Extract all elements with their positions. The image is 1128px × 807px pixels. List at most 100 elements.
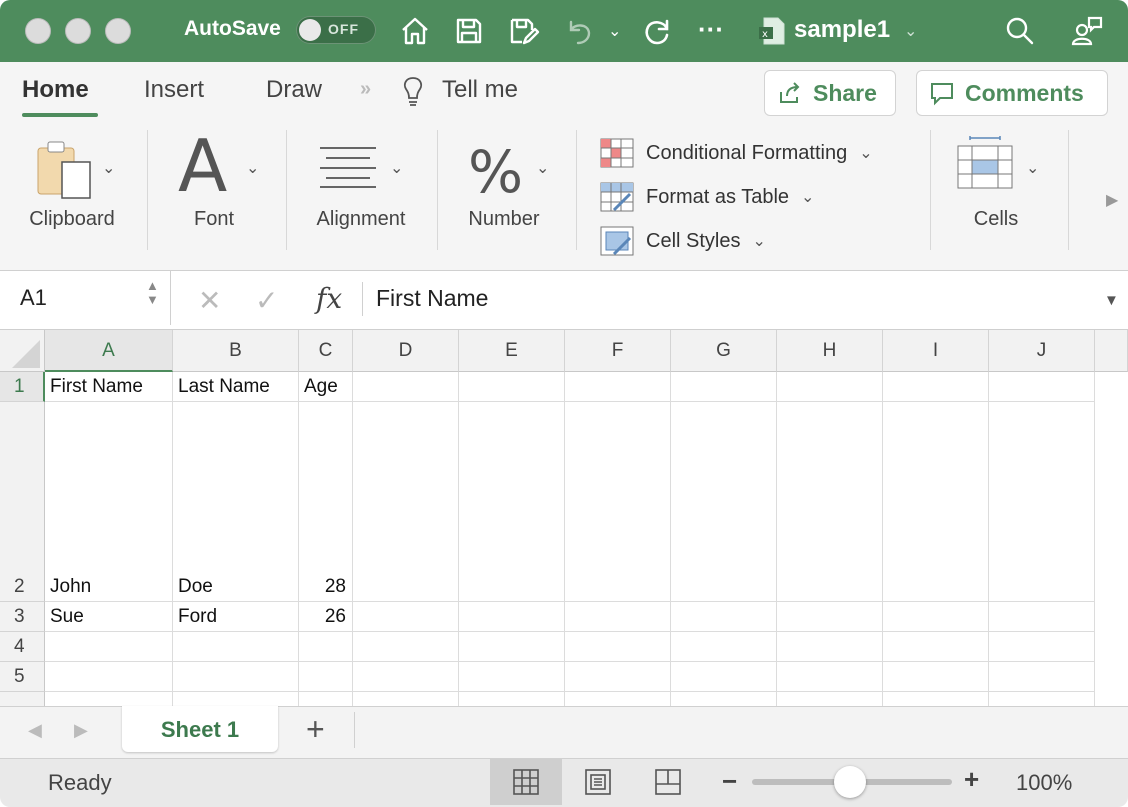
cell-h4[interactable]: [777, 632, 883, 662]
column-header-i[interactable]: I: [883, 330, 989, 372]
title-chevron-icon[interactable]: ⌄: [904, 21, 917, 41]
cell-d5[interactable]: [353, 662, 459, 692]
conditional-formatting-button[interactable]: Conditional Formatting ⌄: [600, 137, 873, 169]
zoom-slider-knob[interactable]: [834, 766, 866, 798]
cell-f5[interactable]: [565, 662, 671, 692]
cell-g4[interactable]: [671, 632, 777, 662]
column-header-f[interactable]: F: [565, 330, 671, 372]
window-zoom-button[interactable]: [105, 18, 131, 44]
row-header[interactable]: 5: [0, 662, 45, 692]
row-header[interactable]: 2: [0, 402, 45, 602]
cell-j4[interactable]: [989, 632, 1095, 662]
cell-b5[interactable]: [173, 662, 299, 692]
cell-j3[interactable]: [989, 602, 1095, 632]
formula-input[interactable]: First Name: [376, 285, 488, 312]
row-header[interactable]: 3: [0, 602, 45, 632]
more-tabs-chevron-icon[interactable]: »: [360, 78, 371, 101]
undo-icon[interactable]: [562, 14, 596, 48]
redo-icon[interactable]: [640, 14, 674, 48]
cell-fx[interactable]: [565, 692, 671, 706]
cell-a4[interactable]: [45, 632, 173, 662]
column-header-d[interactable]: D: [353, 330, 459, 372]
page-break-view-button[interactable]: [632, 759, 704, 805]
cell-a2[interactable]: John: [45, 402, 173, 602]
cell-a3[interactable]: Sue: [45, 602, 173, 632]
window-minimize-button[interactable]: [65, 18, 91, 44]
cell-c1[interactable]: Age: [299, 372, 353, 402]
cell-b1[interactable]: Last Name: [173, 372, 299, 402]
cell-f4[interactable]: [565, 632, 671, 662]
cell-e3[interactable]: [459, 602, 565, 632]
cells-icon[interactable]: [956, 136, 1014, 190]
cell-c3[interactable]: 26: [299, 602, 353, 632]
column-header-g[interactable]: G: [671, 330, 777, 372]
search-icon[interactable]: [1003, 14, 1037, 48]
zoom-level[interactable]: 100%: [1016, 770, 1072, 796]
cancel-icon[interactable]: ✕: [198, 284, 221, 317]
share-people-icon[interactable]: [1070, 14, 1104, 48]
cell-styles-button[interactable]: Cell Styles ⌄: [600, 225, 766, 257]
enter-check-icon[interactable]: ✓: [255, 284, 278, 317]
cell-i5[interactable]: [883, 662, 989, 692]
cell-hx[interactable]: [777, 692, 883, 706]
cell-bx[interactable]: [173, 692, 299, 706]
cell-e2[interactable]: [459, 402, 565, 602]
prev-sheet-icon[interactable]: ◀: [28, 720, 42, 741]
next-sheet-icon[interactable]: ▶: [74, 720, 88, 741]
cell-c2[interactable]: 28: [299, 402, 353, 602]
cell-a5[interactable]: [45, 662, 173, 692]
group-cells[interactable]: Cells: [966, 208, 1026, 231]
cell-g1[interactable]: [671, 372, 777, 402]
cell-b4[interactable]: [173, 632, 299, 662]
normal-view-button[interactable]: [490, 759, 562, 805]
cell-e4[interactable]: [459, 632, 565, 662]
cell-dx[interactable]: [353, 692, 459, 706]
zoom-in-button[interactable]: +: [964, 764, 979, 795]
format-as-table-button[interactable]: Format as Table ⌄: [600, 181, 814, 213]
row-header[interactable]: [0, 692, 45, 706]
font-chevron-icon[interactable]: ⌄: [246, 158, 259, 178]
cell-b3[interactable]: Ford: [173, 602, 299, 632]
cell-ax[interactable]: [45, 692, 173, 706]
clipboard-icon[interactable]: [36, 138, 96, 200]
cell-d1[interactable]: [353, 372, 459, 402]
cell-ix[interactable]: [883, 692, 989, 706]
row-header[interactable]: 1: [0, 372, 45, 402]
cell-h2[interactable]: [777, 402, 883, 602]
cell-i1[interactable]: [883, 372, 989, 402]
cell-cx[interactable]: [299, 692, 353, 706]
comments-button[interactable]: Comments: [916, 70, 1108, 116]
cell-g5[interactable]: [671, 662, 777, 692]
group-font[interactable]: Font: [176, 208, 252, 231]
column-header-b[interactable]: B: [173, 330, 299, 372]
percent-icon[interactable]: %: [468, 138, 523, 206]
more-icon[interactable]: ···: [698, 14, 724, 45]
tab-home[interactable]: Home: [22, 76, 89, 104]
column-header-a[interactable]: A: [45, 330, 173, 372]
cell-c4[interactable]: [299, 632, 353, 662]
cells-chevron-icon[interactable]: ⌄: [1026, 158, 1039, 178]
cell-b2[interactable]: Doe: [173, 402, 299, 602]
column-header-j[interactable]: J: [989, 330, 1095, 372]
cell-g3[interactable]: [671, 602, 777, 632]
tab-draw[interactable]: Draw: [266, 76, 322, 104]
cell-h5[interactable]: [777, 662, 883, 692]
cell-g2[interactable]: [671, 402, 777, 602]
name-box-stepper-icon[interactable]: ▲ ▼: [146, 279, 159, 307]
group-clipboard[interactable]: Clipboard: [24, 208, 120, 231]
column-header-h[interactable]: H: [777, 330, 883, 372]
group-number[interactable]: Number: [458, 208, 550, 231]
cell-f3[interactable]: [565, 602, 671, 632]
column-header-e[interactable]: E: [459, 330, 565, 372]
cell-i2[interactable]: [883, 402, 989, 602]
add-sheet-button[interactable]: +: [306, 711, 325, 747]
cell-gx[interactable]: [671, 692, 777, 706]
clipboard-chevron-icon[interactable]: ⌄: [102, 158, 115, 178]
sheet-tab-sheet-1[interactable]: Sheet 1: [122, 706, 278, 752]
cell-d3[interactable]: [353, 602, 459, 632]
cell-d4[interactable]: [353, 632, 459, 662]
font-a-icon[interactable]: A: [178, 130, 227, 202]
cell-a1[interactable]: First Name: [45, 372, 173, 402]
cell-j1[interactable]: [989, 372, 1095, 402]
cell-c5[interactable]: [299, 662, 353, 692]
